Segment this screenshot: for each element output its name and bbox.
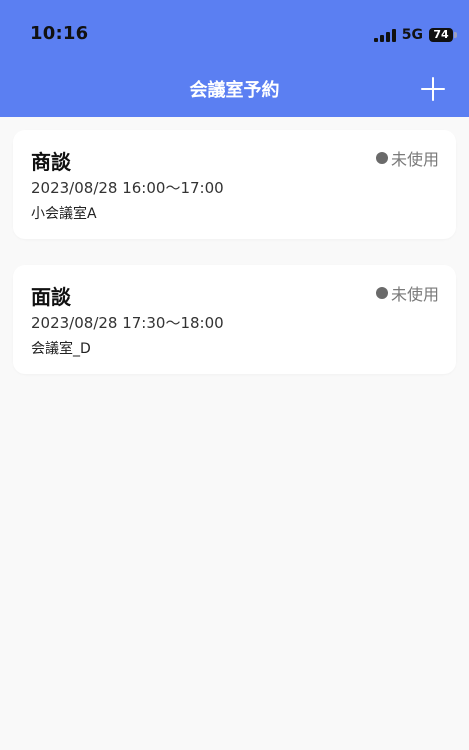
- status-dot-icon: [375, 287, 388, 299]
- reservation-room: 小会議室A: [31, 206, 97, 222]
- status-badge: 未使用: [375, 281, 439, 305]
- add-reservation-button[interactable]: [421, 77, 445, 101]
- network-label: 5G: [401, 27, 423, 43]
- status-dot-icon: [375, 152, 388, 164]
- reservation-title: 面談: [31, 285, 71, 309]
- page-title: 会議室予約: [189, 80, 280, 101]
- battery-icon: 74: [429, 28, 457, 42]
- status-indicators: 5G 74: [373, 25, 457, 45]
- status-label: 未使用: [390, 150, 439, 169]
- reservation-room: 会議室_D: [31, 341, 91, 357]
- status-bar: 10:16 5G 74: [0, 0, 469, 68]
- reservation-datetime: 2023/08/28 17:30〜18:00: [31, 314, 224, 332]
- status-badge: 未使用: [375, 146, 439, 170]
- signal-icon: [373, 28, 396, 42]
- status-label: 未使用: [390, 285, 439, 304]
- reservation-datetime: 2023/08/28 16:00〜17:00: [31, 179, 224, 197]
- status-time: 10:16: [30, 23, 89, 44]
- app-header: 10:16 5G 74 会議室予約: [0, 0, 469, 117]
- reservation-card[interactable]: 商談 未使用 2023/08/28 16:00〜17:00 小会議室A: [13, 130, 456, 239]
- reservation-title: 商談: [31, 150, 71, 174]
- battery-level: 74: [433, 28, 449, 41]
- reservation-card[interactable]: 面談 未使用 2023/08/28 17:30〜18:00 会議室_D: [13, 265, 456, 374]
- battery-cap: [454, 32, 457, 38]
